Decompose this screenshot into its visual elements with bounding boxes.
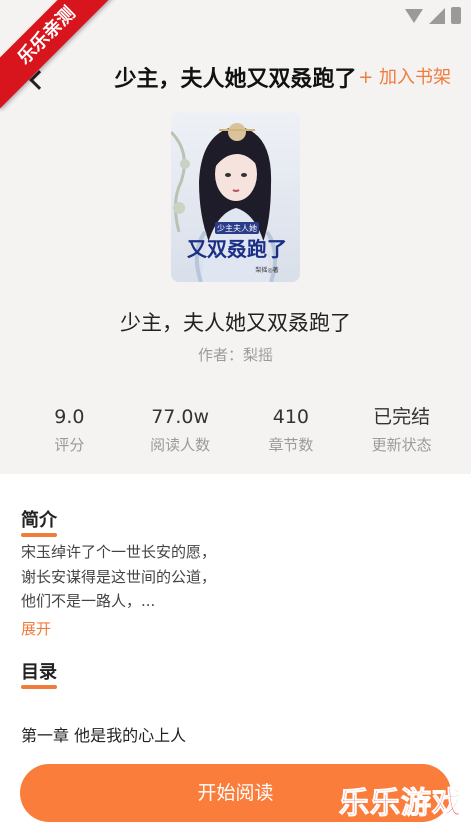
stat-value: 9.0 (54, 406, 85, 428)
intro-line: 他们不是一路人，... (21, 592, 156, 610)
stat-value: 410 (272, 406, 309, 428)
chapter-list-item[interactable]: 第一章 他是我的心上人 (21, 723, 186, 749)
status-icons (405, 7, 461, 24)
book-title: 少主，夫人她又双叒跑了 (120, 311, 351, 335)
intro-line: 谢长安谋得是这世间的公道， (21, 567, 217, 586)
stat-label: 章节数 (268, 436, 314, 454)
book-stats: 9.0 评分 77.0w 阅读人数 410 章节数 已完结 更新状态 (14, 402, 457, 458)
wifi-icon (405, 8, 423, 23)
catalog-heading: 目录 (21, 660, 57, 689)
stat-status: 已完结 更新状态 (346, 402, 457, 458)
stat-label: 阅读人数 (150, 436, 211, 454)
cover-title-small: 少主夫人她 (217, 223, 257, 233)
book-cover[interactable]: 少主夫人她 又双叒跑了 梨摇◎著 (171, 112, 300, 282)
stat-value: 已完结 (373, 406, 431, 428)
watermark-bottom-logo: 乐乐游戏 (339, 786, 463, 822)
cover-title-large: 又双叒跑了 (187, 237, 287, 261)
catalog-heading-label: 目录 (21, 662, 57, 683)
stat-rating: 9.0 评分 (14, 402, 125, 458)
watermark-bottom-url: www.6ll.com (379, 822, 443, 833)
expand-intro-link[interactable]: 展开 (21, 617, 51, 641)
intro-line: 宋玉绰许了个一世长安的愿， (21, 543, 217, 561)
cover-author-mark: 梨摇◎著 (255, 266, 278, 274)
heading-underline (21, 533, 57, 537)
intro-text: 宋玉绰许了个一世长安的愿， 谢长安谋得是这世间的公道， 他们不是一路人，... (21, 540, 441, 614)
battery-icon (451, 7, 461, 24)
stat-label: 评分 (54, 436, 85, 454)
book-cover-illustration: 少主夫人她 又双叒跑了 梨摇◎著 (171, 112, 300, 282)
stat-chapters: 410 章节数 (236, 402, 347, 458)
author-line: 作者：梨摇 (197, 346, 273, 364)
add-to-shelf-button[interactable]: + 加入书架 (358, 64, 451, 92)
stat-value: 77.0w (151, 406, 210, 428)
stat-label: 更新状态 (371, 436, 432, 454)
intro-heading: 简介 (21, 508, 57, 537)
signal-icon (429, 7, 445, 24)
heading-underline (21, 685, 57, 689)
stat-readers: 77.0w 阅读人数 (125, 402, 236, 458)
intro-heading-label: 简介 (21, 510, 57, 531)
